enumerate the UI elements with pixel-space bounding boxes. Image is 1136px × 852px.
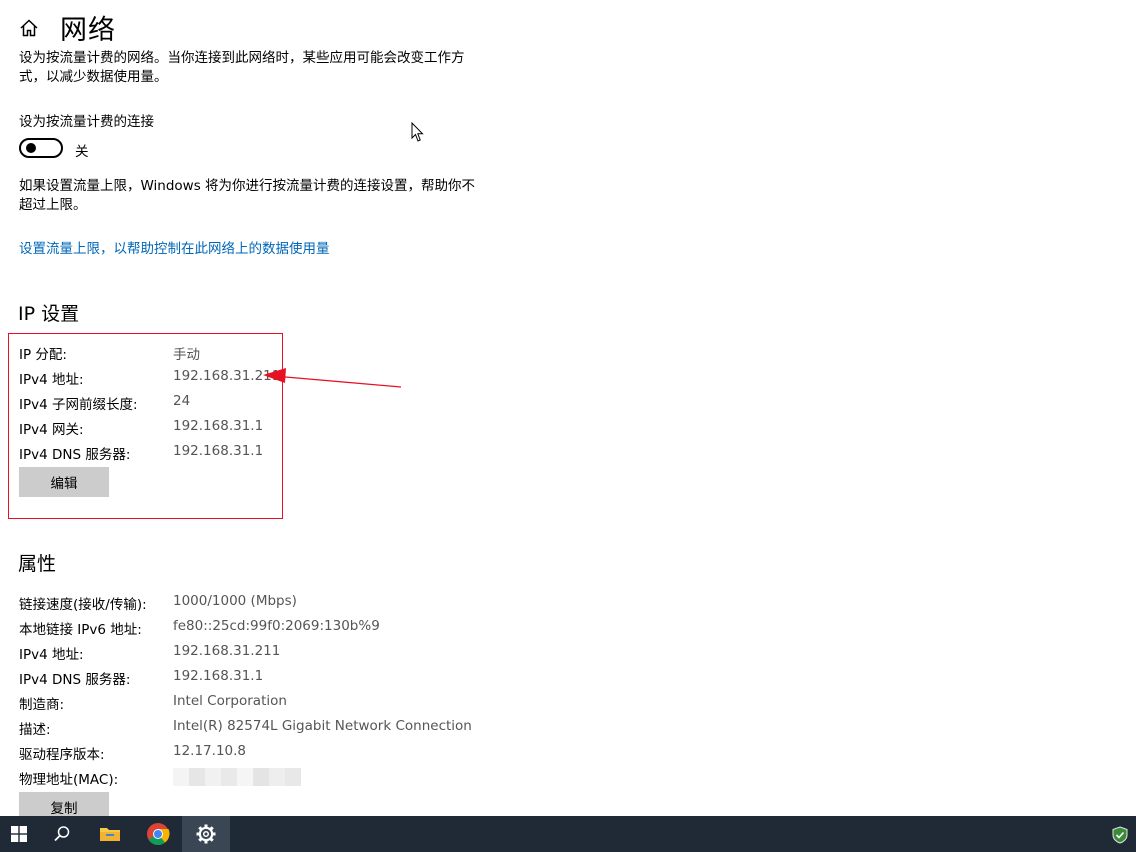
ip-assignment-key: IP 分配:: [19, 347, 67, 363]
taskbar: [0, 816, 1136, 852]
annotation-arrow: [263, 368, 402, 388]
metered-toggle[interactable]: [19, 138, 63, 158]
ipv4-gateway-key: IPv4 网关:: [19, 422, 84, 438]
manufacturer-key: 制造商:: [19, 697, 65, 713]
mac-address-key: 物理地址(MAC):: [19, 772, 119, 788]
ip-assignment-value: 手动: [173, 347, 200, 363]
ipv6-link-local-key: 本地链接 IPv6 地址:: [19, 622, 142, 638]
driver-version-value: 12.17.10.8: [173, 743, 246, 759]
driver-version-key: 驱动程序版本:: [19, 747, 105, 763]
ipv4-dns-key: IPv4 DNS 服务器:: [19, 447, 131, 463]
prop-ipv4-address-key: IPv4 地址:: [19, 647, 84, 663]
prop-ipv4-dns-value: 192.168.31.1: [173, 668, 264, 684]
page-title: 网络: [60, 15, 116, 46]
settings-gear-icon[interactable]: [182, 816, 230, 852]
ipv4-address-key: IPv4 地址:: [19, 372, 84, 388]
prop-ipv4-dns-key: IPv4 DNS 服务器:: [19, 672, 131, 688]
chrome-icon[interactable]: [134, 816, 182, 852]
copy-button[interactable]: 复制: [19, 792, 109, 816]
metered-toggle-label: 设为按流量计费的连接: [19, 114, 154, 130]
ipv4-dns-value: 192.168.31.1: [173, 443, 264, 459]
ipv6-link-local-value: fe80::25cd:99f0:2069:130b%9: [173, 618, 380, 634]
set-data-limit-link[interactable]: 设置流量上限，以帮助控制在此网络上的数据使用量: [19, 237, 330, 257]
description-key: 描述:: [19, 722, 51, 738]
ipv4-gateway-value: 192.168.31.1: [173, 418, 264, 434]
mac-address-redacted: [173, 768, 301, 786]
properties-title: 属性: [18, 553, 57, 575]
metered-description: 设为按流量计费的网络。当你连接到此网络时，某些应用可能会改变工作方式，以减少数据…: [19, 50, 465, 85]
search-icon[interactable]: [38, 816, 86, 852]
link-speed-key: 链接速度(接收/传输):: [19, 597, 147, 613]
defender-shield-icon[interactable]: [1112, 826, 1128, 844]
settings-window: 网络 设为按流量计费的网络。当你连接到此网络时，某些应用可能会改变工作方式，以减…: [0, 0, 1136, 816]
ipv4-prefix-key: IPv4 子网前缀长度:: [19, 397, 138, 413]
mouse-cursor-icon: [411, 122, 424, 142]
prop-ipv4-address-value: 192.168.31.211: [173, 643, 281, 659]
toggle-state-text: 关: [75, 144, 89, 160]
toggle-knob: [26, 143, 36, 153]
file-explorer-icon[interactable]: [86, 816, 134, 852]
manufacturer-value: Intel Corporation: [173, 693, 287, 709]
windows-start-icon[interactable]: [0, 816, 38, 852]
description-value: Intel(R) 82574L Gigabit Network Connecti…: [173, 718, 472, 734]
ip-settings-title: IP 设置: [18, 303, 80, 325]
home-icon[interactable]: [18, 17, 40, 39]
link-speed-value: 1000/1000 (Mbps): [173, 593, 297, 609]
page-header: 网络: [18, 8, 116, 47]
edit-button[interactable]: 编辑: [19, 467, 109, 497]
data-limit-description: 如果设置流量上限，Windows 将为你进行按流量计费的连接设置，帮助你不超过上…: [19, 178, 476, 213]
ipv4-prefix-value: 24: [173, 393, 191, 409]
